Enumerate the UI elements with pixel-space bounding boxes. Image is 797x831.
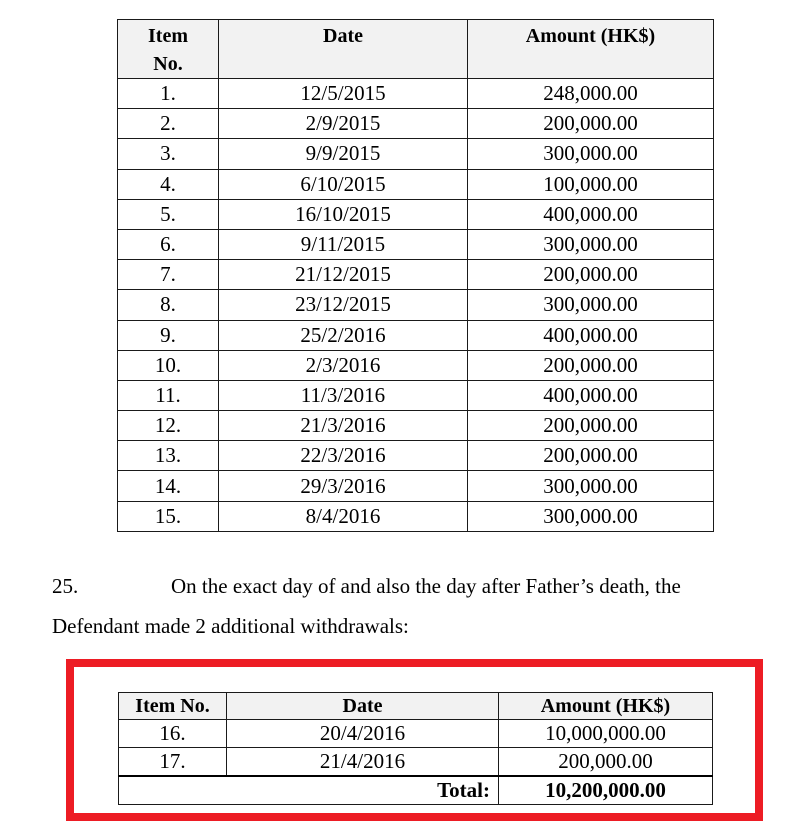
- header-item-line2: No.: [153, 53, 183, 75]
- cell-date: 25/2/2016: [218, 319, 468, 351]
- cell-amount: 248,000.00: [467, 77, 714, 110]
- cell-date: 6/10/2015: [218, 168, 468, 200]
- table-row: 4. 6/10/2015 100,000.00: [117, 168, 714, 200]
- table-row: 13. 22/3/2016 200,000.00: [117, 440, 714, 472]
- cell-amount: 200,000.00: [467, 259, 714, 291]
- table-header-row: Item No. Date Amount (HK$): [117, 19, 714, 79]
- withdrawals-table-items-16-17: Item No. Date Amount (HK$) 16. 20/4/2016 1…: [118, 692, 713, 805]
- cell-item: 13.: [117, 440, 219, 472]
- cell-item: 12.: [117, 410, 219, 442]
- cell-amount: 300,000.00: [467, 470, 714, 502]
- total-label: Total:: [118, 775, 499, 805]
- table-row: 7. 21/12/2015 200,000.00: [117, 259, 714, 291]
- cell-item: 4.: [117, 168, 219, 200]
- cell-amount: 400,000.00: [467, 198, 714, 230]
- table-row: 15. 8/4/2016 300,000.00: [117, 500, 714, 532]
- cell-amount: 300,000.00: [467, 289, 714, 321]
- table-row: 12. 21/3/2016 200,000.00: [117, 410, 714, 442]
- cell-amount: 400,000.00: [467, 379, 714, 412]
- paragraph-number: 25.: [52, 574, 79, 598]
- table-row: 2. 2/9/2015 200,000.00: [117, 108, 714, 140]
- cell-amount: 200,000.00: [467, 349, 714, 381]
- cell-item: 14.: [117, 470, 219, 502]
- cell-date: 11/3/2016: [218, 379, 468, 412]
- cell-date: 8/4/2016: [218, 500, 468, 532]
- table-row: 16. 20/4/2016 10,000,000.00: [118, 719, 713, 748]
- cell-amount: 200,000.00: [467, 108, 714, 140]
- table-row: 14. 29/3/2016 300,000.00: [117, 470, 714, 502]
- cell-item: 17.: [118, 747, 227, 777]
- cell-item: 11.: [117, 379, 219, 412]
- total-value: 10,200,000.00: [498, 775, 713, 805]
- total-row: Total: 10,200,000.00: [118, 775, 713, 805]
- header-date: Date: [218, 19, 468, 79]
- header-item-no: Item No.: [117, 19, 219, 79]
- cell-item: 15.: [117, 500, 219, 532]
- cell-date: 2/9/2015: [218, 108, 468, 140]
- header-item-line1: Item: [148, 25, 188, 47]
- cell-amount: 200,000.00: [467, 410, 714, 442]
- cell-amount: 100,000.00: [467, 168, 714, 200]
- header-amount: Amount (HK$): [498, 692, 713, 720]
- cell-date: 9/11/2015: [218, 228, 468, 261]
- paragraph-text-line2: Defendant made 2 additional withdrawals:: [52, 614, 409, 638]
- cell-date: 21/3/2016: [218, 410, 468, 442]
- table-row: 11. 11/3/2016 400,000.00: [117, 379, 714, 412]
- cell-date: 2/3/2016: [218, 349, 468, 381]
- cell-item: 9.: [117, 319, 219, 351]
- paragraph-text-line1: On the exact day of and also the day aft…: [171, 574, 681, 598]
- cell-amount: 300,000.00: [467, 500, 714, 532]
- cell-date: 21/4/2016: [226, 747, 499, 777]
- header-date: Date: [226, 692, 499, 720]
- cell-item: 3.: [117, 138, 219, 170]
- cell-item: 10.: [117, 349, 219, 381]
- cell-amount: 200,000.00: [498, 747, 713, 777]
- cell-date: 16/10/2015: [218, 198, 468, 230]
- table-header-row: Item No. Date Amount (HK$): [118, 692, 713, 720]
- cell-amount: 200,000.00: [467, 440, 714, 472]
- header-amount: Amount (HK$): [467, 19, 714, 79]
- cell-date: 12/5/2015: [218, 77, 468, 110]
- cell-item: 6.: [117, 228, 219, 261]
- cell-date: 29/3/2016: [218, 470, 468, 502]
- cell-date: 21/12/2015: [218, 259, 468, 291]
- cell-item: 1.: [117, 77, 219, 110]
- cell-item: 5.: [117, 198, 219, 230]
- table-row: 5. 16/10/2015 400,000.00: [117, 198, 714, 230]
- cell-item: 8.: [117, 289, 219, 321]
- table-row: 6. 9/11/2015 300,000.00: [117, 228, 714, 261]
- table-row: 3. 9/9/2015 300,000.00: [117, 138, 714, 170]
- cell-item: 2.: [117, 108, 219, 140]
- cell-item: 16.: [118, 719, 227, 748]
- paragraph-25-line1: 25. On the exact day of and also the day …: [52, 572, 762, 600]
- cell-date: 22/3/2016: [218, 440, 468, 472]
- table-row: 8. 23/12/2015 300,000.00: [117, 289, 714, 321]
- cell-amount: 10,000,000.00: [498, 719, 713, 748]
- table-row: 17. 21/4/2016 200,000.00: [118, 747, 713, 777]
- table-row: 10. 2/3/2016 200,000.00: [117, 349, 714, 381]
- cell-date: 23/12/2015: [218, 289, 468, 321]
- cell-date: 20/4/2016: [226, 719, 499, 748]
- cell-amount: 300,000.00: [467, 138, 714, 170]
- cell-date: 9/9/2015: [218, 138, 468, 170]
- header-item-no: Item No.: [118, 692, 227, 720]
- cell-amount: 400,000.00: [467, 319, 714, 351]
- cell-item: 7.: [117, 259, 219, 291]
- table-row: 1. 12/5/2015 248,000.00: [117, 77, 714, 110]
- table-row: 9. 25/2/2016 400,000.00: [117, 319, 714, 351]
- withdrawals-table-items-1-15: Item No. Date Amount (HK$) 1. 12/5/2015 248…: [117, 19, 714, 532]
- cell-amount: 300,000.00: [467, 228, 714, 261]
